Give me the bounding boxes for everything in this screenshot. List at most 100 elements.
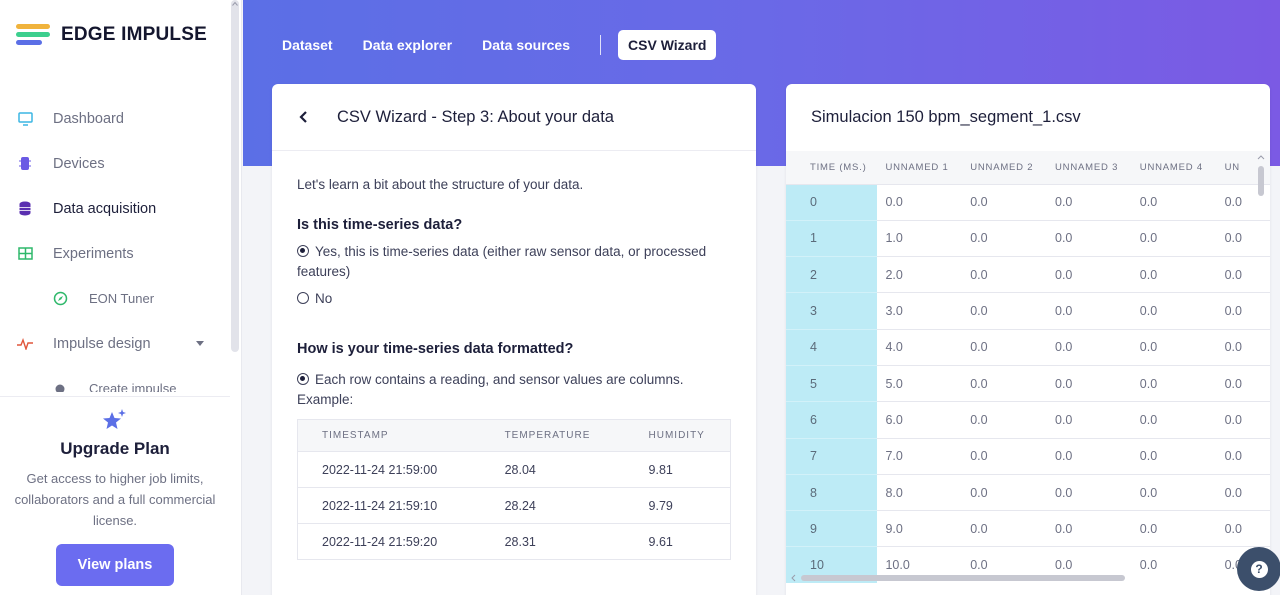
view-plans-button[interactable]: View plans bbox=[56, 544, 174, 587]
table-row: 2022-11-24 21:59:00 28.04 9.81 bbox=[297, 451, 731, 489]
time-cell: 5 bbox=[786, 365, 878, 403]
edge-impulse-logo-icon bbox=[16, 22, 50, 48]
sidebar-item-create-impulse[interactable]: Create impulse bbox=[0, 366, 230, 392]
chevron-down-icon[interactable] bbox=[196, 341, 204, 346]
table-cell: 2022-11-24 21:59:10 bbox=[297, 487, 481, 525]
table-cell: 9.0 bbox=[877, 510, 963, 548]
radio-label: No bbox=[315, 290, 333, 306]
table-row: 1 1.0 0.0 0.0 0.0 0.0 bbox=[786, 220, 1270, 258]
scroll-up-arrow-icon[interactable] bbox=[232, 1, 238, 7]
preview-horizontal-scrollbar[interactable] bbox=[787, 572, 1257, 582]
sidebar-item-eon-tuner[interactable]: EON Tuner bbox=[0, 276, 230, 321]
example-table: TIMESTAMP TEMPERATURE HUMIDITY 2022-11-2… bbox=[297, 419, 731, 561]
column-header: UNNAMED 3 bbox=[1047, 151, 1132, 185]
radio-selected-icon[interactable] bbox=[297, 245, 309, 257]
table-row: 2 2.0 0.0 0.0 0.0 0.0 bbox=[786, 256, 1270, 294]
csv-preview-grid[interactable]: TIME (MS.) UNNAMED 1 UNNAMED 2 UNNAMED 3… bbox=[786, 151, 1270, 583]
time-cell: 0 bbox=[786, 184, 878, 221]
table-cell: 0.0 bbox=[962, 184, 1047, 221]
sidebar-item-label: EON Tuner bbox=[89, 291, 155, 306]
sidebar-item-label: Data acquisition bbox=[53, 200, 157, 217]
sidebar-item-experiments[interactable]: Experiments bbox=[0, 231, 230, 276]
tab-data-explorer[interactable]: Data explorer bbox=[363, 37, 452, 53]
upgrade-description: Get access to higher job limits, collabo… bbox=[14, 471, 216, 528]
table-cell: 0.0 bbox=[1131, 220, 1217, 258]
pulse-icon bbox=[17, 336, 33, 352]
time-cell: 7 bbox=[786, 438, 878, 475]
table-cell: 0.0 bbox=[962, 438, 1047, 475]
scroll-up-arrow-icon[interactable] bbox=[1256, 153, 1266, 161]
sidebar-item-data-acquisition[interactable]: Data acquisition bbox=[0, 186, 230, 231]
sidebar-item-label: Create impulse bbox=[89, 381, 177, 392]
table-cell: 0.0 bbox=[962, 292, 1047, 330]
question-format: How is your time-series data formatted? bbox=[297, 340, 574, 357]
sidebar-item-label: Experiments bbox=[53, 245, 134, 262]
table-cell: 0.0 bbox=[962, 510, 1047, 548]
sidebar-item-devices[interactable]: Devices bbox=[0, 141, 230, 186]
csv-wizard-card: CSV Wizard - Step 3: About your data Let… bbox=[272, 84, 756, 595]
table-cell: 2022-11-24 21:59:00 bbox=[297, 451, 481, 489]
table-cell: 0.0 bbox=[962, 220, 1047, 258]
column-header: TIME (MS.) bbox=[786, 151, 878, 185]
sidebar-item-impulse-design[interactable]: Impulse design bbox=[0, 321, 230, 366]
table-cell: 2022-11-24 21:59:20 bbox=[297, 523, 481, 561]
table-cell: 0.0 bbox=[1131, 365, 1217, 403]
table-row: 0 0.0 0.0 0.0 0.0 0.0 bbox=[786, 184, 1270, 221]
wizard-title: CSV Wizard - Step 3: About your data bbox=[337, 107, 614, 126]
tab-data-sources[interactable]: Data sources bbox=[482, 37, 570, 53]
database-icon bbox=[17, 201, 33, 217]
column-header: HUMIDITY bbox=[624, 419, 731, 453]
dot-icon bbox=[52, 381, 68, 392]
radio-format-columns[interactable]: Each row contains a reading, and sensor … bbox=[297, 370, 731, 411]
tab-csv-wizard[interactable]: CSV Wizard bbox=[618, 30, 717, 60]
table-cell: 9.61 bbox=[624, 523, 731, 561]
radio-label: Each row contains a reading, and sensor … bbox=[297, 371, 684, 407]
compass-icon bbox=[52, 291, 68, 307]
wizard-body: Let's learn a bit about the structure of… bbox=[272, 151, 756, 561]
radio-time-series-yes[interactable]: Yes, this is time-series data (either ra… bbox=[297, 242, 731, 283]
table-cell: 0.0 bbox=[1131, 474, 1217, 512]
table-cell: 0.0 bbox=[962, 474, 1047, 512]
wizard-header: CSV Wizard - Step 3: About your data bbox=[272, 84, 756, 151]
preview-vertical-scrollbar[interactable] bbox=[1256, 153, 1266, 568]
table-cell: 1.0 bbox=[877, 220, 963, 258]
sidebar-item-dashboard[interactable]: Dashboard bbox=[0, 96, 230, 141]
time-cell: 3 bbox=[786, 292, 878, 330]
sidebar: EDGE IMPULSE Dashboard Devices Data acqu… bbox=[0, 0, 242, 595]
sidebar-item-label: Dashboard bbox=[53, 110, 124, 127]
table-cell: 0.0 bbox=[1047, 220, 1132, 258]
column-header: UNNAMED 4 bbox=[1131, 151, 1217, 185]
time-cell: 4 bbox=[786, 329, 878, 366]
brand[interactable]: EDGE IMPULSE bbox=[16, 22, 207, 48]
preview-table-header: TIME (MS.) UNNAMED 1 UNNAMED 2 UNNAMED 3… bbox=[786, 151, 1270, 185]
tab-divider bbox=[600, 35, 602, 55]
table-cell: 0.0 bbox=[1131, 329, 1217, 366]
table-cell: 0.0 bbox=[1131, 510, 1217, 548]
preview-file-name: Simulacion 150 bpm_segment_1.csv bbox=[811, 108, 1081, 126]
column-header: UNNAMED 2 bbox=[962, 151, 1047, 185]
table-cell: 8.0 bbox=[877, 474, 963, 512]
scrollbar-thumb[interactable] bbox=[1258, 166, 1264, 196]
scrollbar-thumb[interactable] bbox=[801, 575, 1125, 581]
table-cell: 0.0 bbox=[1131, 292, 1217, 330]
table-cell: 0.0 bbox=[962, 401, 1047, 439]
time-cell: 6 bbox=[786, 401, 878, 439]
table-cell: 7.0 bbox=[877, 438, 963, 475]
table-cell: 0.0 bbox=[1047, 365, 1132, 403]
tab-dataset[interactable]: Dataset bbox=[282, 37, 333, 53]
sidebar-scrollbar[interactable] bbox=[231, 0, 239, 352]
radio-unselected-icon[interactable] bbox=[297, 291, 309, 304]
sidebar-nav: Dashboard Devices Data acquisition Exper… bbox=[0, 96, 230, 392]
table-cell: 0.0 bbox=[1047, 292, 1132, 330]
scroll-left-arrow-icon[interactable] bbox=[789, 573, 797, 583]
time-cell: 1 bbox=[786, 220, 878, 258]
help-button[interactable]: ? bbox=[1237, 547, 1280, 591]
column-header: TIMESTAMP bbox=[297, 419, 481, 453]
radio-time-series-no[interactable]: No bbox=[297, 289, 731, 309]
chevron-left-icon[interactable] bbox=[297, 110, 311, 124]
radio-selected-icon[interactable] bbox=[297, 372, 309, 385]
table-cell: 2.0 bbox=[877, 256, 963, 294]
table-cell: 0.0 bbox=[1047, 438, 1132, 475]
table-cell: 0.0 bbox=[877, 184, 963, 221]
table-cell: 9.79 bbox=[624, 487, 731, 525]
